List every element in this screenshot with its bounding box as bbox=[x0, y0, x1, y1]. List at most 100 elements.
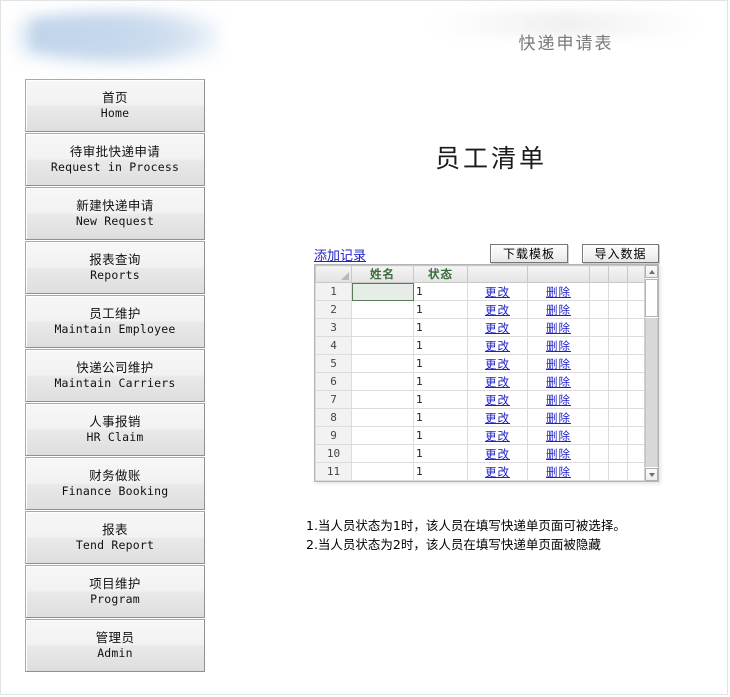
sidebar-item-4[interactable]: 报表查询 Reports bbox=[25, 241, 205, 294]
delete-link[interactable]: 删除 bbox=[546, 411, 571, 425]
edit-link[interactable]: 更改 bbox=[485, 429, 510, 443]
cell-empty-2[interactable] bbox=[608, 336, 628, 355]
delete-link[interactable]: 删除 bbox=[546, 429, 571, 443]
sidebar-item-9[interactable]: 报表 Tend Report bbox=[25, 511, 205, 564]
delete-link[interactable]: 删除 bbox=[546, 393, 571, 407]
scrollbar-thumb[interactable] bbox=[645, 279, 658, 317]
import-data-button[interactable]: 导入数据 bbox=[582, 244, 659, 263]
cell-empty-3[interactable] bbox=[627, 462, 645, 481]
cell-status[interactable]: 1 bbox=[413, 282, 468, 301]
select-all-corner-cell[interactable] bbox=[315, 265, 352, 283]
cell-name[interactable] bbox=[351, 462, 414, 481]
table-row[interactable]: 3 1 更改 删除 bbox=[315, 318, 645, 337]
row-index-cell[interactable]: 10 bbox=[315, 444, 352, 463]
cell-empty-3[interactable] bbox=[627, 300, 645, 319]
cell-name[interactable] bbox=[351, 318, 414, 337]
table-row[interactable]: 11 1 更改 删除 bbox=[315, 462, 645, 481]
sidebar-item-3[interactable]: 新建快递申请 New Request bbox=[25, 187, 205, 240]
sidebar-item-11[interactable]: 管理员 Admin bbox=[25, 619, 205, 672]
cell-status[interactable]: 1 bbox=[413, 318, 468, 337]
scroll-down-button[interactable] bbox=[645, 468, 658, 481]
sidebar-item-1[interactable]: 首页 Home bbox=[25, 79, 205, 132]
cell-status[interactable]: 1 bbox=[413, 354, 468, 373]
cell-name[interactable] bbox=[351, 354, 414, 373]
cell-empty-2[interactable] bbox=[608, 354, 628, 373]
row-index-cell[interactable]: 3 bbox=[315, 318, 352, 337]
cell-empty-2[interactable] bbox=[608, 372, 628, 391]
scroll-up-button[interactable] bbox=[645, 265, 658, 278]
row-index-cell[interactable]: 1 bbox=[315, 282, 352, 301]
cell-empty-1[interactable] bbox=[589, 408, 609, 427]
table-row[interactable]: 2 1 更改 删除 bbox=[315, 300, 645, 319]
cell-empty-2[interactable] bbox=[608, 300, 628, 319]
table-row[interactable]: 5 1 更改 删除 bbox=[315, 354, 645, 373]
edit-link[interactable]: 更改 bbox=[485, 411, 510, 425]
cell-name[interactable] bbox=[351, 426, 414, 445]
row-index-cell[interactable]: 9 bbox=[315, 426, 352, 445]
cell-name[interactable] bbox=[351, 372, 414, 391]
cell-empty-3[interactable] bbox=[627, 354, 645, 373]
edit-link[interactable]: 更改 bbox=[485, 339, 510, 353]
table-row[interactable]: 9 1 更改 删除 bbox=[315, 426, 645, 445]
cell-empty-2[interactable] bbox=[608, 444, 628, 463]
cell-status[interactable]: 1 bbox=[413, 336, 468, 355]
cell-empty-1[interactable] bbox=[589, 300, 609, 319]
download-template-button[interactable]: 下载模板 bbox=[490, 244, 568, 263]
column-header-name[interactable]: 姓名 bbox=[351, 265, 414, 283]
delete-link[interactable]: 删除 bbox=[546, 357, 571, 371]
cell-empty-2[interactable] bbox=[608, 318, 628, 337]
cell-empty-2[interactable] bbox=[608, 282, 628, 301]
cell-empty-1[interactable] bbox=[589, 336, 609, 355]
cell-empty-1[interactable] bbox=[589, 282, 609, 301]
table-row[interactable]: 4 1 更改 删除 bbox=[315, 336, 645, 355]
cell-empty-1[interactable] bbox=[589, 390, 609, 409]
table-row[interactable]: 10 1 更改 删除 bbox=[315, 444, 645, 463]
edit-link[interactable]: 更改 bbox=[485, 375, 510, 389]
cell-status[interactable]: 1 bbox=[413, 408, 468, 427]
cell-status[interactable]: 1 bbox=[413, 444, 468, 463]
edit-link[interactable]: 更改 bbox=[485, 465, 510, 479]
row-index-cell[interactable]: 7 bbox=[315, 390, 352, 409]
sidebar-item-7[interactable]: 人事报销 HR Claim bbox=[25, 403, 205, 456]
table-row[interactable]: 7 1 更改 删除 bbox=[315, 390, 645, 409]
delete-link[interactable]: 删除 bbox=[546, 339, 571, 353]
delete-link[interactable]: 删除 bbox=[546, 285, 571, 299]
cell-empty-3[interactable] bbox=[627, 318, 645, 337]
cell-name[interactable] bbox=[351, 408, 414, 427]
cell-empty-3[interactable] bbox=[627, 390, 645, 409]
edit-link[interactable]: 更改 bbox=[485, 393, 510, 407]
cell-empty-3[interactable] bbox=[627, 426, 645, 445]
cell-empty-2[interactable] bbox=[608, 408, 628, 427]
row-index-cell[interactable]: 11 bbox=[315, 462, 352, 481]
row-index-cell[interactable]: 4 bbox=[315, 336, 352, 355]
delete-link[interactable]: 删除 bbox=[546, 321, 571, 335]
sidebar-item-8[interactable]: 财务做账 Finance Booking bbox=[25, 457, 205, 510]
row-index-cell[interactable]: 6 bbox=[315, 372, 352, 391]
add-record-link[interactable]: 添加记录 bbox=[314, 245, 366, 264]
cell-empty-3[interactable] bbox=[627, 336, 645, 355]
cell-empty-1[interactable] bbox=[589, 354, 609, 373]
cell-empty-3[interactable] bbox=[627, 372, 645, 391]
cell-status[interactable]: 1 bbox=[413, 426, 468, 445]
column-header-status[interactable]: 状态 bbox=[413, 265, 468, 283]
cell-empty-2[interactable] bbox=[608, 462, 628, 481]
sidebar-item-10[interactable]: 项目维护 Program bbox=[25, 565, 205, 618]
cell-empty-1[interactable] bbox=[589, 318, 609, 337]
cell-name[interactable] bbox=[351, 300, 414, 319]
row-index-cell[interactable]: 8 bbox=[315, 408, 352, 427]
delete-link[interactable]: 删除 bbox=[546, 465, 571, 479]
sidebar-item-6[interactable]: 快递公司维护 Maintain Carriers bbox=[25, 349, 205, 402]
cell-empty-3[interactable] bbox=[627, 282, 645, 301]
sidebar-item-2[interactable]: 待审批快递申请 Request in Process bbox=[25, 133, 205, 186]
edit-link[interactable]: 更改 bbox=[485, 357, 510, 371]
cell-empty-1[interactable] bbox=[589, 444, 609, 463]
cell-empty-3[interactable] bbox=[627, 444, 645, 463]
cell-empty-3[interactable] bbox=[627, 408, 645, 427]
cell-empty-1[interactable] bbox=[589, 462, 609, 481]
cell-name[interactable] bbox=[351, 336, 414, 355]
edit-link[interactable]: 更改 bbox=[485, 447, 510, 461]
table-row[interactable]: 8 1 更改 删除 bbox=[315, 408, 645, 427]
scrollbar-track[interactable] bbox=[645, 318, 658, 467]
cell-status[interactable]: 1 bbox=[413, 300, 468, 319]
cell-empty-1[interactable] bbox=[589, 426, 609, 445]
